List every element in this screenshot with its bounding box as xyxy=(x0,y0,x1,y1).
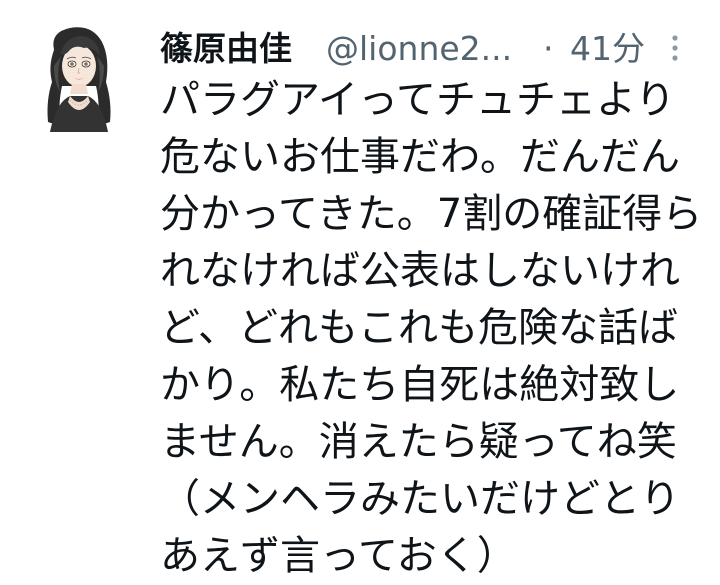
tweet-text-line: （メンヘラみたいだけどとり xyxy=(160,476,680,522)
display-name[interactable]: 篠原由佳 xyxy=(160,26,292,72)
tweet-text-line: 危ないお仕事だわ。だんだん xyxy=(160,134,680,180)
tweet-header: 篠原由佳 @lionne2... · 41分 xyxy=(160,26,705,72)
avatar-illustration xyxy=(47,27,111,132)
tweet-card[interactable]: 篠原由佳 @lionne2... · 41分 パラグアイってチュチェより 危ない… xyxy=(0,0,720,579)
tweet-text-line: かり。私たち自死は絶対致し xyxy=(160,362,680,408)
timestamp[interactable]: 41分 xyxy=(570,26,645,72)
tweet-text-line: ません。消えたら疑ってね笑 xyxy=(160,419,677,465)
tweet-text-line: 分かってきた。7割の確証得ら xyxy=(160,191,703,237)
tweet-text-line: ど、どれもこれも危険な話ば xyxy=(160,305,678,351)
separator-dot: · xyxy=(543,29,554,68)
avatar[interactable] xyxy=(40,22,118,132)
tweet-text: パラグアイってチュチェより 危ないお仕事だわ。だんだん 分かってきた。7割の確証… xyxy=(160,72,710,585)
tweet-text-line: パラグアイってチュチェより xyxy=(160,77,676,123)
tweet-text-line: あえず言っておく） xyxy=(160,533,517,579)
tweet-text-line: れなければ公表はしないけれ xyxy=(160,248,680,294)
more-vertical-icon xyxy=(672,35,678,61)
more-options-button[interactable] xyxy=(665,32,685,66)
user-handle[interactable]: @lionne2... xyxy=(326,26,512,72)
